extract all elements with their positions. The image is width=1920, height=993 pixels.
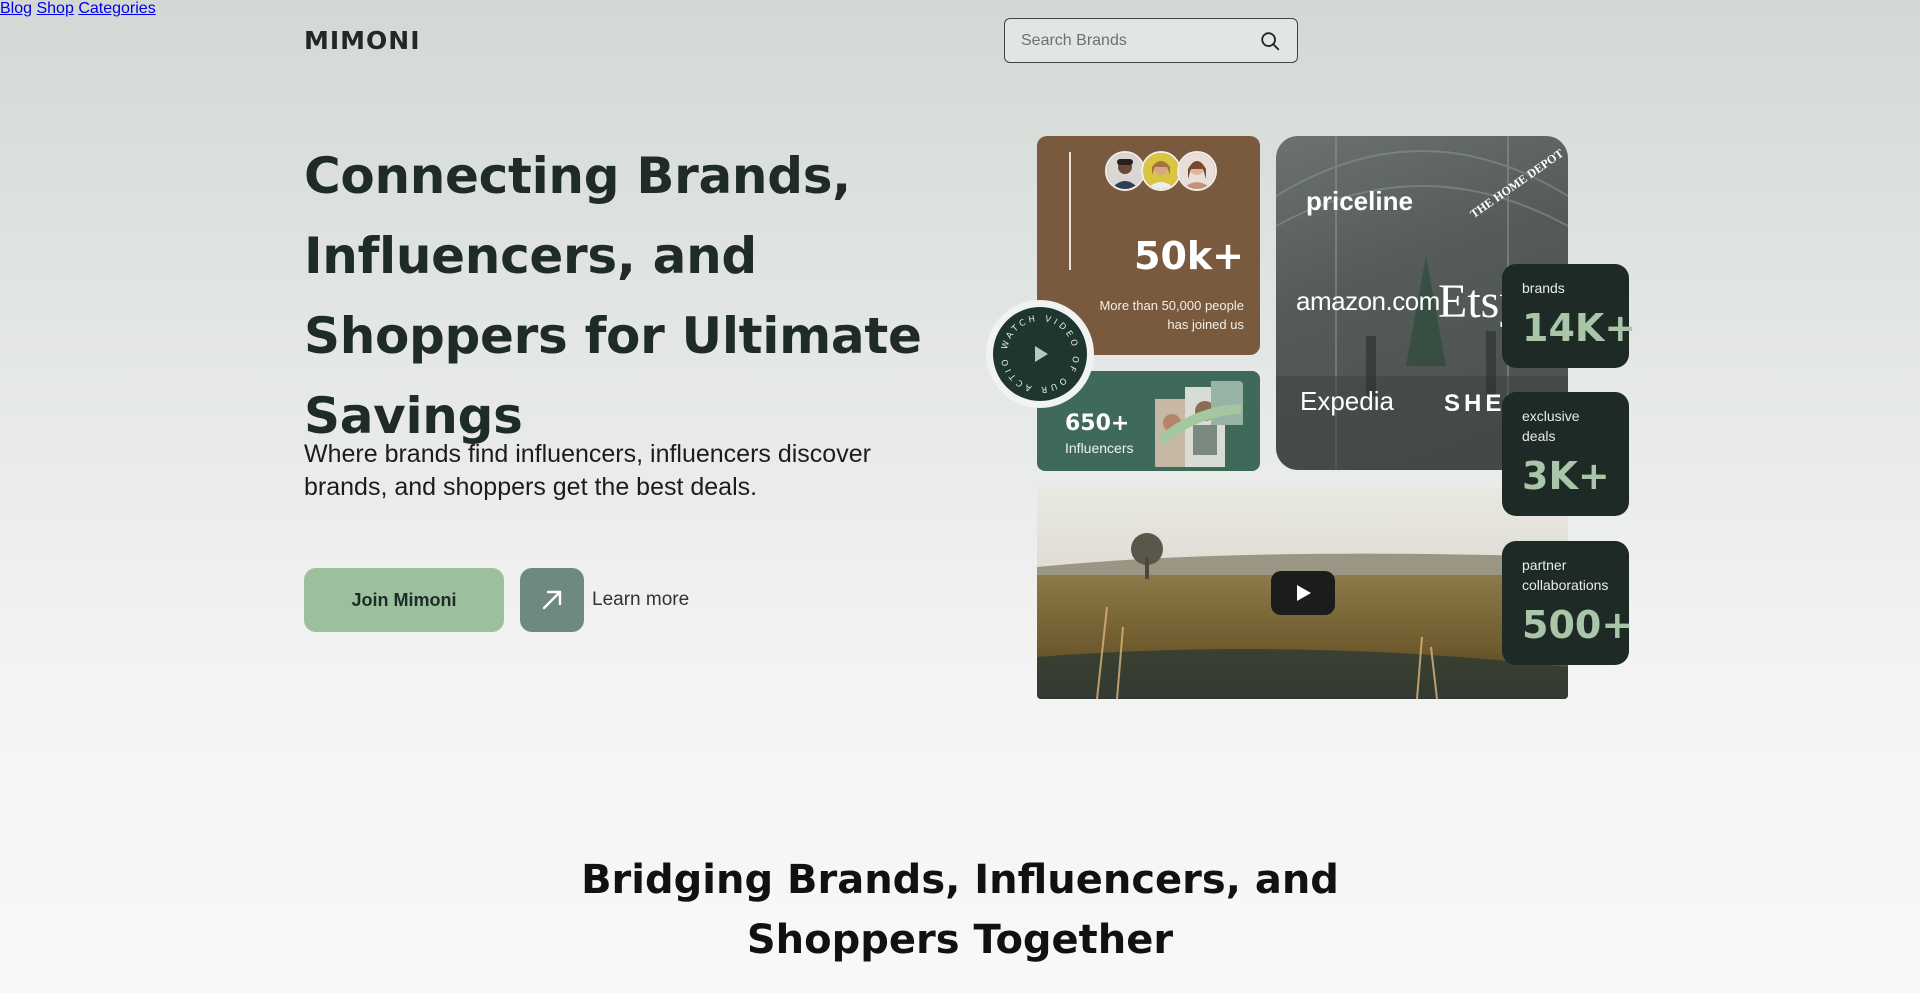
avatar-group xyxy=(1105,151,1217,191)
hero-subtitle: Where brands find influencers, influence… xyxy=(304,440,871,501)
video-play-button[interactable] xyxy=(1271,571,1335,615)
avatar xyxy=(1105,151,1145,191)
hero-title: Connecting Brands, Influencers, and Shop… xyxy=(304,147,922,445)
search-icon[interactable] xyxy=(1259,30,1281,52)
avatar xyxy=(1177,151,1217,191)
stat-value: 14K+ xyxy=(1522,306,1637,350)
avatar xyxy=(1141,151,1181,191)
site-logo[interactable]: MIMONI xyxy=(304,26,421,55)
brand-logo-priceline: priceline xyxy=(1306,186,1413,216)
influencers-count: 650+ xyxy=(1065,411,1130,436)
members-description: More than 50,000 people has joined us xyxy=(1099,298,1244,332)
arrow-up-right-icon xyxy=(542,590,562,610)
brand-logo-expedia: Expedia xyxy=(1300,386,1394,416)
members-count: 50k+ xyxy=(1134,234,1244,278)
stat-value: 500+ xyxy=(1522,603,1634,647)
watch-video-badge[interactable]: WATCH VIDEO OF OUR ACTION xyxy=(986,300,1094,408)
stat-card-collaborations: partner collaborations 500+ xyxy=(1502,541,1634,665)
learn-more-link[interactable]: Learn more xyxy=(592,589,689,611)
video-thumbnail[interactable] xyxy=(1037,487,1568,699)
stat-title: brands xyxy=(1522,280,1565,296)
join-button[interactable]: Join Mimoni xyxy=(304,568,504,632)
stat-card-deals: exclusive deals 3K+ xyxy=(1502,392,1629,516)
divider xyxy=(1069,152,1071,270)
nav-shop[interactable]: Shop xyxy=(36,0,73,17)
influencers-label: Influencers xyxy=(1065,440,1134,456)
play-icon xyxy=(1035,346,1048,362)
play-icon xyxy=(1297,585,1311,601)
stat-card-brands: brands 14K+ xyxy=(1502,264,1637,368)
stat-title: exclusive deals xyxy=(1522,408,1580,444)
stat-title: partner collaborations xyxy=(1522,557,1609,593)
nav-categories[interactable]: Categories xyxy=(78,0,155,17)
influencer-collage-image xyxy=(1155,381,1243,467)
watch-video-ring: WATCH VIDEO OF OUR ACTION xyxy=(988,300,1077,394)
section-heading: Bridging Brands, Influencers, and Shoppe… xyxy=(581,857,1339,963)
learn-more-icon-button[interactable] xyxy=(520,568,584,632)
brand-logo-amazon: amazon.com xyxy=(1296,286,1440,316)
nav-blog[interactable]: Blog xyxy=(0,0,32,17)
search-bar[interactable] xyxy=(1004,18,1298,63)
search-input[interactable] xyxy=(1021,31,1259,50)
stat-value: 3K+ xyxy=(1522,454,1610,498)
main-nav: Blog Shop Categories xyxy=(0,0,1920,18)
